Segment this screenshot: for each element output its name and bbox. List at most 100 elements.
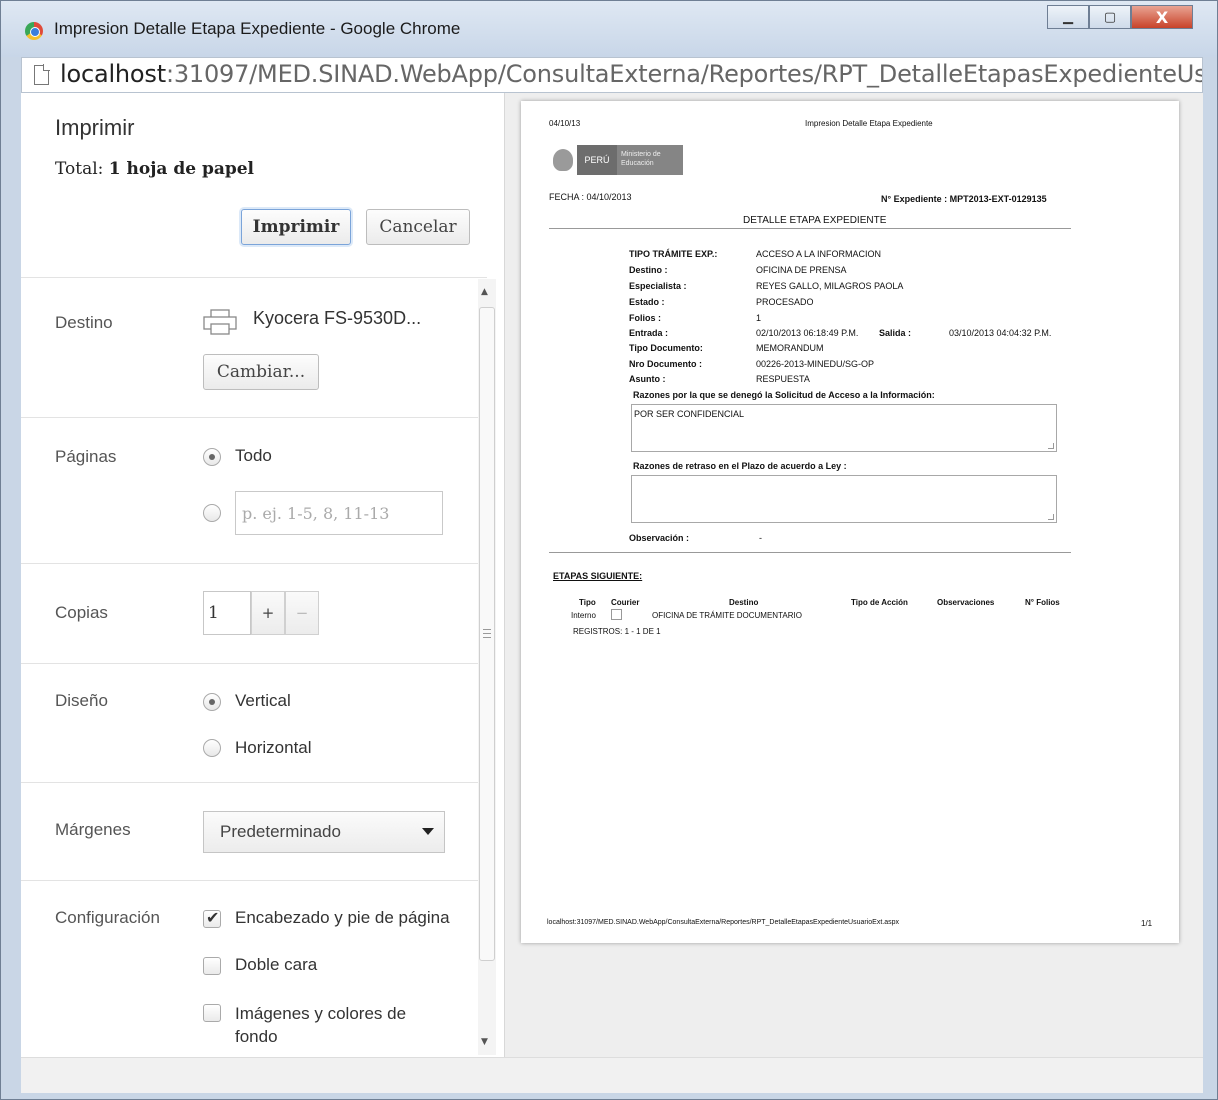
table-header: Observaciones [937,598,995,607]
backgrounds-label: Imágenes y colores de fondo [235,1004,407,1046]
field-label: Asunto : [629,374,666,384]
portrait-label: Vertical [235,691,291,710]
margins-selected: Predeterminado [220,822,341,841]
separator [21,880,487,881]
page-icon [34,64,50,85]
field-label: Destino : [629,265,668,275]
page-footer-url: localhost:31097/MED.SINAD.WebApp/Consult… [547,919,899,926]
address-bar[interactable]: localhost:31097/MED.SINAD.WebApp/Consult… [21,57,1203,93]
field-value: MEMORANDUM [756,343,824,353]
pages-range-radio[interactable] [203,504,221,522]
field-value: OFICINA DE PRENSA [756,265,847,275]
print-button[interactable]: Imprimir [241,209,351,245]
field-label: Folios : [629,313,661,323]
ministry-logo: PERÚ Ministerio de Educación [553,145,683,175]
observation-value: - [759,533,762,543]
separator [21,277,487,278]
resize-grip-icon [1048,443,1054,449]
field-label: Nro Documento : [629,359,702,369]
pages-all-radio[interactable] [203,448,221,466]
field-label: Estado : [629,297,665,307]
layout-label: Diseño [55,691,108,710]
page-header-title: Impresion Detalle Etapa Expediente [805,119,933,128]
separator [21,663,487,664]
print-settings-panel: Imprimir Total: 1 hoja de papel Imprimir… [21,93,505,1057]
change-printer-button[interactable]: Cambiar... [203,354,319,390]
window-controls: ▁ ▢ X [1047,5,1193,29]
observation-label: Observación : [629,533,690,543]
table-header: Destino [729,598,759,607]
margins-select[interactable]: Predeterminado [203,811,445,853]
reasons-value: POR SER CONFIDENCIAL [634,409,745,419]
table-header: Tipo de Acción [851,598,908,607]
field-value: 02/10/2013 06:18:49 P.M. [756,328,859,338]
delay-label: Razones de retraso en el Plazo de acuerd… [633,461,847,471]
preview-page: 04/10/13 Impresion Detalle Etapa Expedie… [521,101,1179,943]
cancel-button[interactable]: Cancelar [366,209,470,245]
dropdown-arrow-icon [422,828,434,835]
maximize-button[interactable]: ▢ [1089,5,1131,29]
header-footer-checkbox[interactable] [203,908,221,928]
url-text[interactable]: localhost:31097/MED.SINAD.WebApp/Consult… [60,60,1202,88]
copies-decrement-button[interactable]: − [285,591,319,635]
logo-ministry-text: Ministerio de Educación [617,145,683,175]
print-title: Imprimir [55,115,135,140]
options-label: Configuración [55,908,160,927]
reasons-textarea: POR SER CONFIDENCIAL [631,404,1057,452]
browser-window: Impresion Detalle Etapa Expediente - Goo… [0,0,1218,1100]
pages-range-input[interactable]: p. ej. 1-5, 8, 11-13 [235,491,443,535]
copies-label: Copias [55,603,108,622]
printer-name: Kyocera FS-9530D... [253,308,422,328]
separator [21,563,487,564]
field-label: Salida : [879,328,912,338]
url-host: localhost [60,60,166,88]
close-button[interactable]: X [1131,5,1193,29]
field-value: 03/10/2013 04:04:32 P.M. [949,328,1052,338]
print-dialog: Imprimir Total: 1 hoja de papel Imprimir… [21,93,1203,1057]
header-footer-label: Encabezado y pie de página [235,908,450,927]
coat-of-arms-icon [553,149,573,171]
field-value: 00226-2013-MINEDU/SG-OP [756,359,875,369]
scroll-down-icon[interactable]: ▼ [481,1037,488,1047]
scroll-up-icon[interactable]: ▲ [481,287,488,297]
report-date: FECHA : 04/10/2013 [549,192,632,202]
page-footer-number: 1/1 [1141,919,1153,928]
courier-checkbox [611,609,622,620]
margins-label: Márgenes [55,820,131,839]
total-label: Total: [55,159,104,179]
field-value: PROCESADO [756,297,814,307]
separator [21,417,487,418]
copies-input[interactable]: 1 [203,591,251,635]
table-cell-destino: OFICINA DE TRÁMITE DOCUMENTARIO [652,611,802,620]
table-header: Tipo [579,598,596,607]
resize-grip-icon [1048,514,1054,520]
delay-textarea [631,475,1057,523]
destination-label: Destino [55,313,113,332]
title-bar: Impresion Detalle Etapa Expediente - Goo… [1,1,1217,57]
reasons-label: Razones por la que se denegó la Solicitu… [633,390,935,400]
table-cell-tipo: Interno [571,611,596,620]
report-expediente: N° Expediente : MPT2013-EXT-0129135 [881,194,1047,204]
duplex-checkbox[interactable] [203,957,221,975]
copies-increment-button[interactable]: + [251,591,285,635]
status-bar [21,1057,1203,1093]
next-stages-title: ETAPAS SIGUIENTE: [553,571,643,581]
section-title: DETALLE ETAPA EXPEDIENTE [743,215,887,226]
portrait-radio[interactable] [203,693,221,711]
window-title: Impresion Detalle Etapa Expediente - Goo… [54,19,461,38]
minimize-button[interactable]: ▁ [1047,5,1089,29]
field-label: Tipo Documento: [629,343,703,353]
field-value: REYES GALLO, MILAGROS PAOLA [756,281,904,291]
landscape-radio[interactable] [203,739,221,757]
field-value: ACCESO A LA INFORMACION [756,249,882,259]
pages-label: Páginas [55,447,117,466]
divider [549,552,1071,553]
logo-peru-text: PERÚ [577,145,617,175]
divider [549,228,1071,229]
printer-icon [203,309,237,335]
backgrounds-checkbox[interactable] [203,1004,221,1022]
field-value: 1 [756,313,762,323]
field-label: Especialista : [629,281,687,291]
url-path: :31097/MED.SINAD.WebApp/ConsultaExterna/… [165,60,1202,88]
separator [21,782,487,783]
